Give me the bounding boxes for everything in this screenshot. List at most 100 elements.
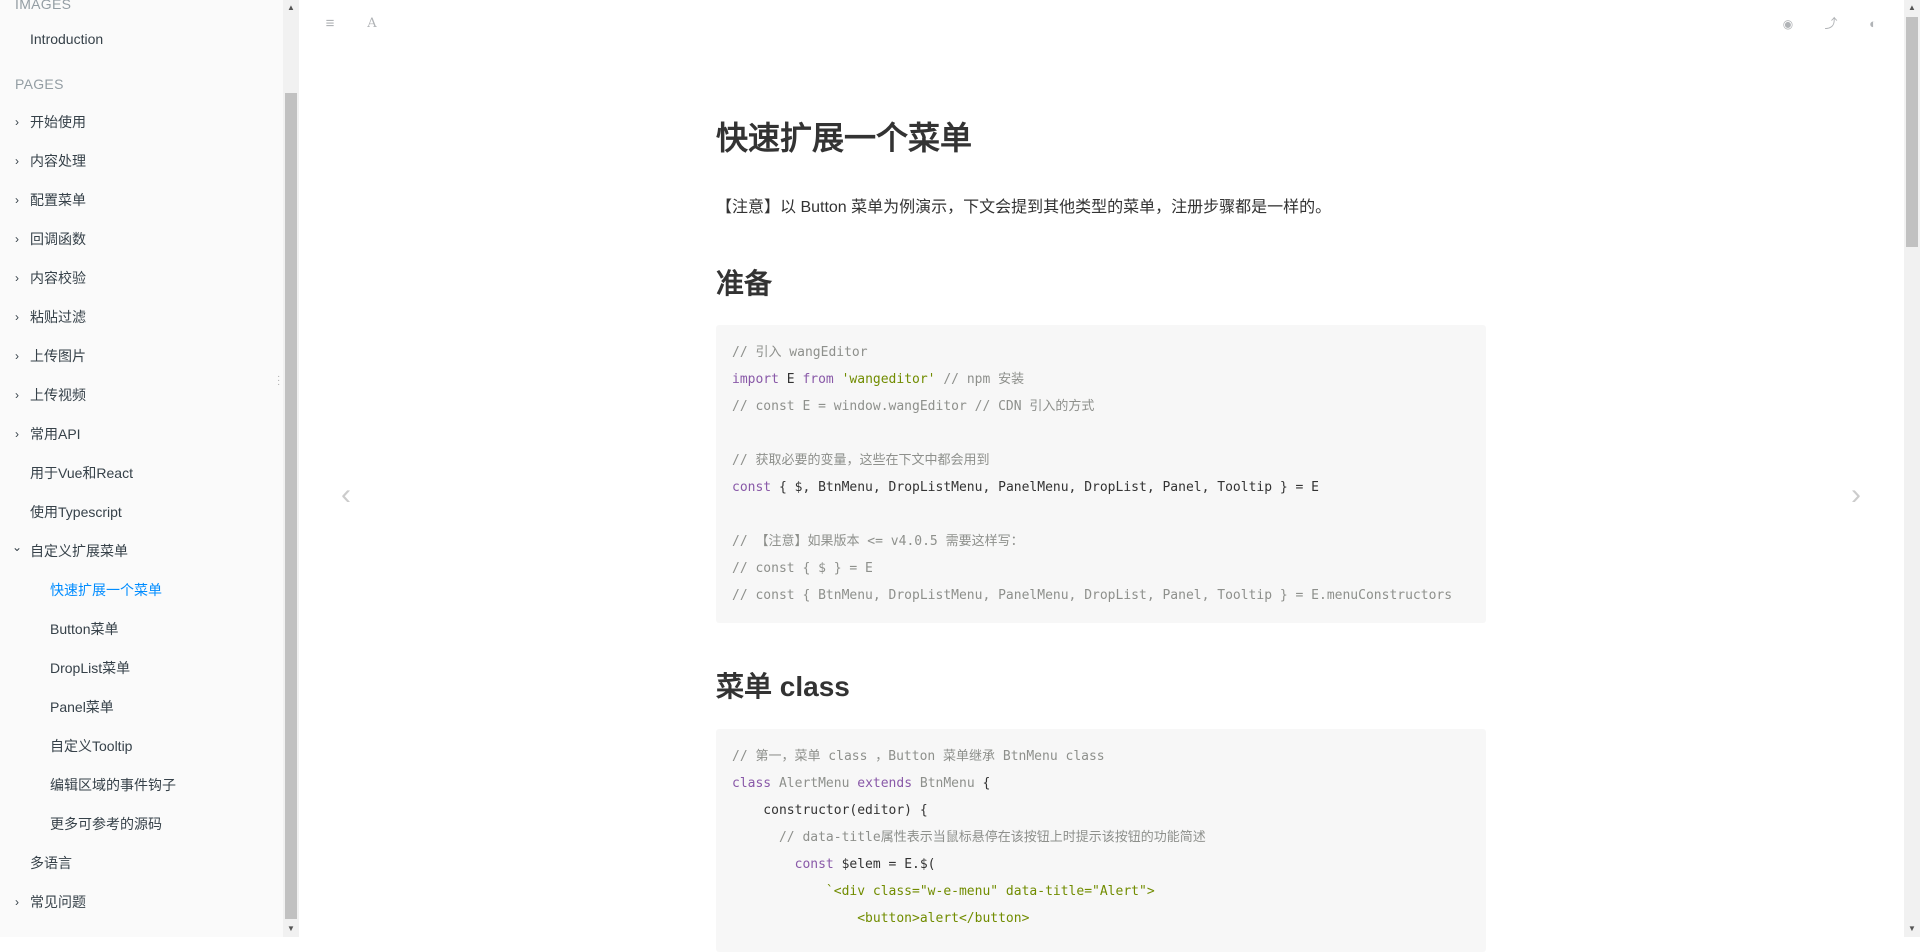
code-string: 'wangeditor': [833, 372, 936, 387]
sidebar-item-getting-started[interactable]: › 开始使用: [0, 111, 282, 133]
scroll-up-arrow-icon[interactable]: ▲: [287, 3, 295, 12]
sidebar-item-label: 使用Typescript: [30, 504, 122, 520]
code-line: class AlertMenu extends BtnMenu {: [716, 770, 1486, 797]
code-keyword: const: [732, 480, 772, 495]
code-keyword: const: [732, 857, 834, 872]
sidebar-item-vue-react[interactable]: 用于Vue和React: [0, 462, 282, 484]
sidebar-item-label: Panel菜单: [50, 699, 114, 715]
sidebar: IMAGES Introduction PAGES › 开始使用 › 内容处理 …: [0, 0, 284, 937]
code-comment: // const { BtnMenu, DropListMenu, PanelM…: [732, 588, 1453, 603]
code-text: E: [778, 372, 803, 387]
sidebar-item-label: 回调函数: [30, 231, 86, 247]
sidebar-item-paste-filter[interactable]: › 粘贴过滤: [0, 306, 282, 328]
scroll-up-arrow-icon[interactable]: ▲: [1908, 3, 1916, 12]
sidebar-item-typescript[interactable]: 使用Typescript: [0, 501, 282, 523]
chevron-right-icon: ›: [15, 349, 19, 363]
code-line: `<div class="w-e-menu" data-title="Alert…: [716, 878, 1486, 905]
note-paragraph: 【注意】以 Button 菜单为例演示，下文会提到其他类型的菜单，注册步骤都是一…: [716, 199, 1332, 216]
weibo-icon[interactable]: ◉: [1778, 14, 1798, 34]
code-string: `<div class="w-e-menu" data-title="Alert…: [732, 884, 1155, 899]
sidebar-resize-handle[interactable]: · · ·: [277, 372, 281, 390]
sidebar-item-quick-extend[interactable]: 快速扩展一个菜单: [0, 579, 282, 601]
code-string: <button>alert</button>: [732, 911, 1030, 926]
sidebar-item-label: 配置菜单: [30, 192, 86, 208]
code-comment: // 【注意】如果版本 <= v4.0.5 需要这样写：: [732, 534, 1024, 549]
sidebar-item-faq[interactable]: › 常见问题: [0, 891, 282, 913]
sidebar-item-panel-menu[interactable]: Panel菜单: [0, 696, 282, 718]
sidebar-item-label: 编辑区域的事件钩子: [50, 777, 176, 793]
code-keyword: from: [802, 372, 834, 387]
chevron-right-icon: ›: [15, 388, 19, 402]
sidebar-item-i18n[interactable]: 多语言: [0, 852, 282, 874]
chevron-right-icon: ›: [15, 271, 19, 285]
code-keyword: class: [732, 776, 772, 791]
scroll-down-arrow-icon[interactable]: ▼: [287, 924, 295, 933]
sidebar-item-upload-video[interactable]: › 上传视频: [0, 384, 282, 406]
sidebar-item-label: 常用API: [30, 426, 81, 442]
sidebar-item-common-api[interactable]: › 常用API: [0, 423, 282, 445]
code-line: <button>alert</button>: [716, 905, 1486, 932]
sidebar-item-content[interactable]: › 内容处理: [0, 150, 282, 172]
code-comment: // 第一，菜单 class ，Button 菜单继承 BtnMenu clas…: [732, 749, 1105, 764]
code-line: // 【注意】如果版本 <= v4.0.5 需要这样写：: [716, 528, 1486, 555]
github-icon[interactable]: ◐: [1863, 14, 1883, 34]
sidebar-item-callbacks[interactable]: › 回调函数: [0, 228, 282, 250]
sidebar-item-label: 快速扩展一个菜单: [50, 582, 162, 598]
code-line: import E from 'wangeditor' // npm 安装: [716, 366, 1486, 393]
sidebar-item-label: 粘贴过滤: [30, 309, 86, 325]
share-icon[interactable]: ⤴: [1821, 14, 1841, 34]
sidebar-item-label: 内容处理: [30, 153, 86, 169]
code-class-name: BtnMenu: [912, 776, 975, 791]
section-heading-prepare: 准备: [716, 268, 773, 299]
sidebar-item-upload-image[interactable]: › 上传图片: [0, 345, 282, 367]
code-comment: // const { $ } = E: [732, 561, 873, 576]
sidebar-item-event-hooks[interactable]: 编辑区域的事件钩子: [0, 774, 282, 796]
sidebar-item-label: Button菜单: [50, 621, 119, 637]
code-line: // const E = window.wangEditor // CDN 引入…: [716, 393, 1486, 420]
sidebar-scrollbar-thumb[interactable]: [285, 93, 297, 919]
code-line: const { $, BtnMenu, DropListMenu, PanelM…: [716, 474, 1486, 501]
sidebar-item-introduction[interactable]: Introduction: [0, 28, 282, 50]
sidebar-item-config-menu[interactable]: › 配置菜单: [0, 189, 282, 211]
code-class-name: AlertMenu: [771, 776, 850, 791]
chevron-right-icon: ›: [15, 232, 19, 246]
sidebar-scrollbar[interactable]: ▲ ▼: [283, 0, 299, 937]
chevron-right-icon: ›: [15, 154, 19, 168]
sidebar-item-label: 开始使用: [30, 114, 86, 130]
sidebar-item-label: Introduction: [30, 31, 104, 47]
prev-page-arrow-icon[interactable]: ‹: [331, 480, 361, 510]
sidebar-item-label: DropList菜单: [50, 660, 131, 676]
sidebar-item-droplist-menu[interactable]: DropList菜单: [0, 657, 282, 679]
section-heading-menu-class: 菜单 class: [716, 671, 850, 702]
code-line: // data-title属性表示当鼠标悬停在该按钮上时提示该按钮的功能简述: [716, 824, 1486, 851]
code-line: // 第一，菜单 class ，Button 菜单继承 BtnMenu clas…: [716, 743, 1486, 770]
chevron-right-icon: ›: [15, 193, 19, 207]
scroll-down-arrow-icon[interactable]: ▼: [1908, 924, 1916, 933]
page-scrollbar[interactable]: ▲ ▼: [1904, 0, 1920, 937]
sidebar-item-button-menu[interactable]: Button菜单: [0, 618, 282, 640]
sidebar-item-label: 上传图片: [30, 348, 86, 364]
sidebar-item-label: 常见问题: [30, 894, 86, 910]
sidebar-item-label: 自定义Tooltip: [50, 738, 133, 754]
chevron-right-icon: ›: [15, 895, 19, 909]
sidebar-item-custom-menu[interactable]: ⌄ 自定义扩展菜单: [0, 540, 282, 562]
page-scrollbar-thumb[interactable]: [1906, 17, 1918, 247]
code-comment: // const E = window.wangEditor // CDN 引入…: [732, 399, 1095, 414]
sidebar-item-validation[interactable]: › 内容校验: [0, 267, 282, 289]
sidebar-item-label: 用于Vue和React: [30, 465, 133, 481]
code-line: // const { BtnMenu, DropListMenu, PanelM…: [716, 582, 1486, 609]
chevron-right-icon: ›: [15, 115, 19, 129]
menu-toggle-icon[interactable]: ≡: [320, 14, 340, 34]
code-keyword: extends: [849, 776, 913, 791]
page-title: 快速扩展一个菜单: [716, 120, 973, 156]
next-page-arrow-icon[interactable]: ›: [1841, 480, 1871, 510]
sidebar-item-custom-tooltip[interactable]: 自定义Tooltip: [0, 735, 282, 757]
sidebar-section-pages: PAGES: [15, 76, 64, 92]
sidebar-item-more-source[interactable]: 更多可参考的源码: [0, 813, 282, 835]
code-comment: // 获取必要的变量，这些在下文中都会用到: [732, 453, 990, 468]
font-settings-icon[interactable]: A: [362, 14, 382, 34]
sidebar-item-label: 更多可参考的源码: [50, 816, 162, 832]
code-comment: // 引入 wangEditor: [732, 345, 868, 360]
sidebar-item-label: 自定义扩展菜单: [30, 543, 128, 559]
code-line: const $elem = E.$(: [716, 851, 1486, 878]
